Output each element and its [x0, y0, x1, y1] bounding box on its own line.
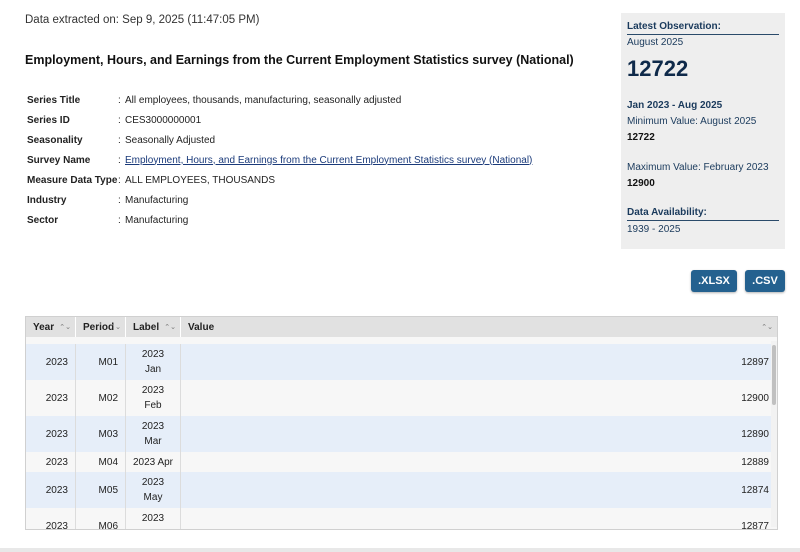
data-availability-heading: Data Availability: — [627, 207, 779, 221]
data-availability-range: 1939 - 2025 — [627, 224, 681, 235]
meta-value: Manufacturing — [125, 194, 189, 206]
download-csv-button[interactable]: .CSV — [745, 270, 785, 292]
meta-key: Measure Data Type — [27, 174, 118, 186]
cell-label: 2023 Jan — [126, 344, 181, 380]
cell-value: 12890 — [741, 428, 769, 440]
meta-colon: : — [118, 94, 121, 106]
latest-observation-heading: Latest Observation: — [627, 21, 779, 35]
meta-colon: : — [118, 114, 121, 126]
cell-period: M02 — [76, 380, 126, 416]
cell-label-text: 2023 May — [141, 477, 165, 503]
summary-panel: Latest Observation: August 2025 12722 Ja… — [621, 13, 785, 249]
meta-colon: : — [118, 194, 121, 206]
survey-name-link[interactable]: Employment, Hours, and Earnings from the… — [125, 155, 532, 166]
cell-label-text: 2023 Jan — [141, 349, 165, 375]
cell-year: 2023 — [26, 380, 76, 416]
meta-row-industry: Industry : Manufacturing — [27, 190, 532, 210]
table-row[interactable]: 2023 M01 2023 Jan 12897 — [26, 344, 777, 380]
meta-key: Series ID — [27, 114, 70, 126]
meta-value: Seasonally Adjusted — [125, 134, 216, 146]
meta-row-series-title: Series Title : All employees, thousands,… — [27, 90, 532, 110]
cell-label: 2023 Feb — [126, 380, 181, 416]
meta-row-seasonality: Seasonality : Seasonally Adjusted — [27, 130, 532, 150]
download-xlsx-button[interactable]: .XLSX — [691, 270, 737, 292]
column-header-label: Value — [188, 321, 215, 333]
cell-value: 12889 — [741, 456, 769, 468]
latest-observation-value: 12722 — [627, 56, 689, 81]
meta-colon: : — [118, 214, 121, 226]
cell-year: 2023 — [26, 508, 76, 529]
minimum-value: 12722 — [627, 132, 655, 143]
cell-value: 12897 — [741, 356, 769, 368]
meta-key: Seasonality — [27, 134, 83, 146]
latest-observation-period: August 2025 — [627, 37, 684, 48]
extraction-timestamp: Data extracted on: Sep 9, 2025 (11:47:05… — [25, 14, 260, 26]
cell-label-text: 2023 Apr — [132, 456, 174, 468]
cell-label-text: 2023 Feb — [141, 385, 165, 411]
cell-period: M04 — [76, 452, 126, 472]
meta-key: Sector — [27, 214, 59, 226]
cell-value: 12874 — [741, 484, 769, 496]
meta-key: Industry — [27, 194, 67, 206]
column-header-label: Label — [133, 321, 160, 333]
meta-value: Employment, Hours, and Earnings from the… — [125, 155, 532, 166]
table-row[interactable]: 2023 M06 2023 Jun 12877 — [26, 508, 777, 530]
cell-label: 2023 May — [126, 472, 181, 508]
sort-icon: ⌃⌄ — [109, 324, 121, 331]
meta-row-series-id: Series ID : CES3000000001 — [27, 110, 532, 130]
column-header-value[interactable]: Value ⌃⌄ — [181, 317, 777, 337]
cell-value: 12900 — [741, 392, 769, 404]
cell-period: M03 — [76, 416, 126, 452]
meta-row-survey-name: Survey Name : Employment, Hours, and Ear… — [27, 150, 532, 170]
cell-value: 12877 — [741, 520, 769, 530]
table-spacer — [26, 337, 777, 344]
meta-colon: : — [118, 154, 121, 166]
table-row[interactable]: 2023 M04 2023 Apr 12889 — [26, 452, 777, 472]
data-table: Year ⌃⌄ Period ⌃⌄ Label ⌃⌄ Value ⌃⌄ 2023… — [25, 316, 778, 530]
cell-year: 2023 — [26, 452, 76, 472]
meta-value: CES3000000001 — [125, 114, 202, 126]
page-title: Employment, Hours, and Earnings from the… — [25, 53, 574, 67]
meta-value: Manufacturing — [125, 214, 189, 226]
column-header-year[interactable]: Year ⌃⌄ — [26, 317, 76, 337]
cell-period: M05 — [76, 472, 126, 508]
meta-row-measure-type: Measure Data Type : ALL EMPLOYEES, THOUS… — [27, 170, 532, 190]
column-header-label[interactable]: Label ⌃⌄ — [126, 317, 181, 337]
cell-year: 2023 — [26, 472, 76, 508]
table-header: Year ⌃⌄ Period ⌃⌄ Label ⌃⌄ Value ⌃⌄ — [26, 317, 777, 337]
column-header-label: Year — [33, 321, 55, 333]
meta-key: Survey Name — [27, 154, 91, 166]
range-heading: Jan 2023 - Aug 2025 — [627, 100, 723, 111]
meta-key: Series Title — [27, 94, 81, 106]
cell-label: 2023 Apr — [126, 452, 181, 472]
sort-icon: ⌃⌄ — [761, 324, 773, 331]
sort-icon: ⌃⌄ — [59, 324, 71, 331]
meta-value: All employees, thousands, manufacturing,… — [125, 94, 402, 106]
meta-row-sector: Sector : Manufacturing — [27, 210, 532, 230]
series-metadata: Series Title : All employees, thousands,… — [27, 90, 532, 230]
cell-label: 2023 Mar — [126, 416, 181, 452]
table-row[interactable]: 2023 M05 2023 May 12874 — [26, 472, 777, 508]
cell-year: 2023 — [26, 344, 76, 380]
cell-period: M01 — [76, 344, 126, 380]
maximum-value-label: Maximum Value: February 2023 — [627, 162, 769, 173]
maximum-value: 12900 — [627, 178, 655, 189]
cell-label: 2023 Jun — [126, 508, 181, 529]
page-footer-divider — [0, 548, 800, 552]
meta-value: ALL EMPLOYEES, THOUSANDS — [125, 174, 276, 186]
meta-colon: : — [118, 134, 121, 146]
column-header-period[interactable]: Period ⌃⌄ — [76, 317, 126, 337]
cell-period: M06 — [76, 508, 126, 529]
cell-year: 2023 — [26, 416, 76, 452]
table-row[interactable]: 2023 M02 2023 Feb 12900 — [26, 380, 777, 416]
scrollbar-thumb[interactable] — [772, 345, 776, 405]
table-scrollbar[interactable] — [771, 341, 777, 527]
cell-label-text: 2023 Mar — [141, 421, 165, 447]
meta-colon: : — [118, 174, 121, 186]
cell-label-text: 2023 Jun — [141, 513, 165, 529]
minimum-value-label: Minimum Value: August 2025 — [627, 116, 757, 127]
table-row[interactable]: 2023 M03 2023 Mar 12890 — [26, 416, 777, 452]
sort-icon: ⌃⌄ — [164, 324, 176, 331]
